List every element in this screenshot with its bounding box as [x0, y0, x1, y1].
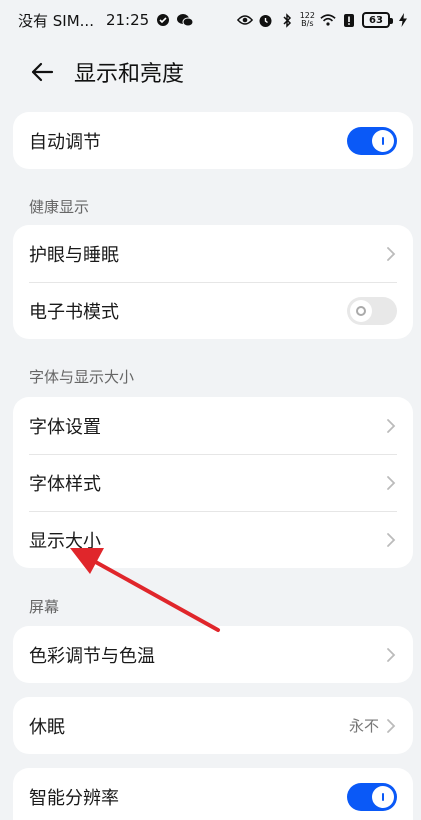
font-settings-label: 字体设置 [29, 416, 101, 438]
app-header: 显示和亮度 [0, 44, 421, 100]
chevron-right-icon [385, 717, 397, 735]
auto-adjust-toggle[interactable] [347, 126, 397, 155]
chevron-right-icon [385, 531, 397, 549]
notification-alert-icon [341, 12, 357, 28]
wechat-icon [177, 12, 194, 28]
display-size-row[interactable]: 显示大小 [13, 511, 413, 568]
color-temperature-row[interactable]: 色彩调节与色温 [13, 626, 413, 683]
page-title: 显示和亮度 [74, 62, 185, 87]
screen-card: 色彩调节与色温 [13, 626, 413, 683]
alarm-icon [258, 12, 274, 28]
shield-notification-icon [155, 12, 171, 28]
eye-comfort-row[interactable]: 护眼与睡眠 [13, 225, 413, 282]
wifi-icon [320, 12, 336, 28]
battery-level: 63 [369, 14, 383, 26]
section-font-title: 字体与显示大小 [29, 368, 135, 386]
status-left: 没有 SIM... 21:25 [18, 10, 194, 31]
sleep-card: 休眠 永不 [13, 697, 413, 754]
charging-icon [399, 12, 407, 28]
smart-resolution-label: 智能分辨率 [29, 787, 119, 809]
section-health-title: 健康显示 [29, 198, 90, 216]
font-card: 字体设置 字体样式 显示大小 [13, 397, 413, 568]
status-right: 122 B/s 63 [236, 12, 407, 28]
auto-adjust-row[interactable]: 自动调节 [13, 112, 413, 169]
section-screen-title: 屏幕 [29, 598, 60, 616]
clock: 21:25 [105, 11, 150, 29]
font-style-row[interactable]: 字体样式 [13, 454, 413, 511]
chevron-right-icon [385, 245, 397, 263]
font-style-label: 字体样式 [29, 473, 101, 495]
eye-icon [236, 12, 253, 28]
ebook-mode-toggle[interactable] [347, 296, 397, 325]
sleep-value: 永不 [348, 717, 379, 735]
chevron-right-icon [385, 474, 397, 492]
ebook-mode-label: 电子书模式 [29, 301, 119, 323]
ebook-mode-row[interactable]: 电子书模式 [13, 282, 413, 339]
display-size-label: 显示大小 [29, 530, 101, 552]
color-temperature-label: 色彩调节与色温 [29, 645, 155, 667]
bluetooth-icon [279, 12, 295, 28]
smart-resolution-toggle[interactable] [347, 782, 397, 811]
back-button[interactable] [22, 52, 62, 92]
sleep-row[interactable]: 休眠 永不 [13, 697, 413, 754]
chevron-right-icon [385, 646, 397, 664]
sleep-label: 休眠 [29, 716, 65, 738]
auto-adjust-label: 自动调节 [29, 131, 101, 153]
sleep-right: 永不 [349, 715, 397, 736]
speed-unit: B/s [301, 19, 314, 28]
health-card: 护眼与睡眠 电子书模式 [13, 225, 413, 339]
chevron-right-icon [385, 417, 397, 435]
battery-icon: 63 [362, 12, 393, 28]
smart-resolution-row[interactable]: 智能分辨率 [13, 768, 413, 820]
carrier-text: 没有 SIM... [18, 11, 94, 30]
auto-adjust-card: 自动调节 [13, 112, 413, 169]
network-speed: 122 B/s [300, 12, 315, 28]
back-arrow-icon [31, 62, 54, 82]
status-bar: 没有 SIM... 21:25 122 B/s 63 [0, 0, 421, 40]
resolution-card: 智能分辨率 [13, 768, 413, 820]
font-settings-row[interactable]: 字体设置 [13, 397, 413, 454]
eye-comfort-label: 护眼与睡眠 [29, 244, 119, 266]
